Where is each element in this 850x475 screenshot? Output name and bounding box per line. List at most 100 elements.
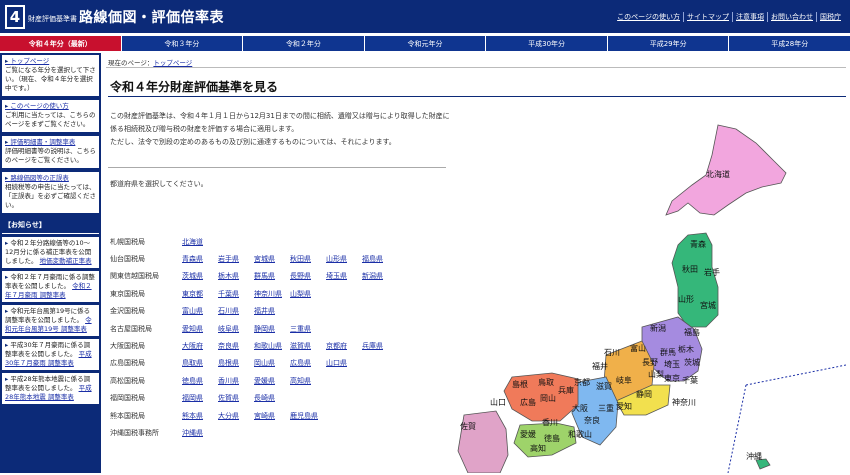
map-label-tottori[interactable]: 鳥取 (538, 377, 554, 387)
map-label-niigata[interactable]: 新潟 (650, 323, 666, 333)
pref-link[interactable]: 香川県 (218, 376, 254, 386)
map-label-tochigi[interactable]: 栃木 (678, 344, 694, 354)
map-label-yamanashi[interactable]: 山梨 (648, 369, 664, 379)
pref-link[interactable]: 山口県 (326, 358, 362, 368)
map-label-wakayama[interactable]: 和歌山 (568, 429, 592, 439)
pref-link[interactable]: 山梨県 (290, 289, 326, 299)
sidebar-link-howto[interactable]: このページの使い方 (5, 102, 96, 111)
map-label-kyoto[interactable]: 京都 (574, 377, 590, 387)
pref-link[interactable]: 千葉県 (218, 289, 254, 299)
map-label-miyagi[interactable]: 宮城 (700, 300, 716, 310)
map-label-fukui[interactable]: 福井 (592, 361, 608, 371)
pref-link[interactable]: 新潟県 (362, 271, 398, 281)
pref-link[interactable]: 福井県 (254, 306, 290, 316)
pref-link[interactable]: 兵庫県 (362, 341, 398, 351)
pref-link[interactable]: 群馬県 (254, 271, 290, 281)
pref-link[interactable]: 三重県 (290, 324, 326, 334)
pref-link[interactable]: 高知県 (290, 376, 326, 386)
pref-link[interactable]: 青森県 (182, 254, 218, 264)
pref-link[interactable]: 福島県 (362, 254, 398, 264)
pref-link[interactable]: 茨城県 (182, 271, 218, 281)
map-label-yamaguchi[interactable]: 山口 (490, 397, 506, 407)
pref-link[interactable]: 和歌山県 (254, 341, 290, 351)
sidebar-link-forms[interactable]: 評価明細書・調整率表 (5, 138, 96, 147)
map-label-chiba[interactable]: 千葉 (682, 375, 698, 385)
map-label-nara[interactable]: 奈良 (584, 415, 600, 425)
map-label-gunma[interactable]: 群馬 (660, 347, 676, 357)
tab-heisei28[interactable]: 平成28年分 (729, 36, 850, 51)
sitemap-link[interactable]: サイトマップ (683, 12, 732, 22)
map-label-fukushima[interactable]: 福島 (684, 327, 700, 337)
pref-link[interactable]: 沖縄県 (182, 428, 218, 438)
map-label-saitama[interactable]: 埼玉 (664, 359, 680, 369)
map-label-kanagawa[interactable]: 神奈川 (672, 397, 696, 407)
pref-link[interactable]: 徳島県 (182, 376, 218, 386)
pref-link[interactable]: 神奈川県 (254, 289, 290, 299)
tab-heisei30[interactable]: 平成30年分 (486, 36, 608, 51)
contact-link[interactable]: お問い合わせ (767, 12, 816, 22)
sidebar-link-top[interactable]: トップページ (5, 57, 96, 66)
pref-link[interactable]: 埼玉県 (326, 271, 362, 281)
map-label-shimane[interactable]: 島根 (512, 379, 528, 389)
map-label-hyogo[interactable]: 兵庫 (558, 385, 574, 395)
map-label-tokushima[interactable]: 徳島 (544, 433, 560, 443)
map-label-okinawa[interactable]: 沖縄 (746, 451, 762, 461)
pref-link[interactable]: 島根県 (218, 358, 254, 368)
pref-link[interactable]: 鳥取県 (182, 358, 218, 368)
map-label-mie[interactable]: 三重 (598, 403, 614, 413)
notes-link[interactable]: 注意事項 (732, 12, 767, 22)
map-label-saga[interactable]: 佐賀 (460, 421, 476, 431)
map-label-okayama[interactable]: 岡山 (540, 393, 556, 403)
tab-reiwa3[interactable]: 令和３年分 (121, 36, 244, 51)
breadcrumb-top-link[interactable]: トップページ (153, 59, 192, 67)
map-label-aomori[interactable]: 青森 (690, 239, 706, 249)
pref-link[interactable]: 秋田県 (290, 254, 326, 264)
tab-heisei29[interactable]: 平成29年分 (607, 36, 730, 51)
pref-link[interactable]: 石川県 (218, 306, 254, 316)
map-label-ibaraki[interactable]: 茨城 (684, 357, 700, 367)
pref-link[interactable]: 大阪府 (182, 341, 218, 351)
tab-reiwa2[interactable]: 令和２年分 (243, 36, 365, 51)
map-label-toyama[interactable]: 富山 (630, 343, 646, 353)
sidebar-link-errata[interactable]: 路線価図等の正誤表 (5, 174, 96, 183)
pref-link[interactable]: 滋賀県 (290, 341, 326, 351)
pref-link[interactable]: 長崎県 (254, 393, 290, 403)
map-label-hokkaido[interactable]: 北海道 (706, 169, 730, 179)
pref-link[interactable]: 宮崎県 (254, 411, 290, 421)
map-label-shiga[interactable]: 滋賀 (596, 381, 612, 391)
pref-link[interactable]: 奈良県 (218, 341, 254, 351)
pref-link[interactable]: 栃木県 (218, 271, 254, 281)
pref-link[interactable]: 東京都 (182, 289, 218, 299)
pref-link[interactable]: 愛知県 (182, 324, 218, 334)
map-label-ishikawa[interactable]: 石川 (604, 348, 620, 357)
pref-link[interactable]: 岩手県 (218, 254, 254, 264)
map-label-aichi[interactable]: 愛知 (616, 401, 632, 411)
pref-link[interactable]: 北海道 (182, 237, 218, 247)
logo-title[interactable]: 路線価図・評価倍率表 (79, 7, 224, 27)
pref-link[interactable]: 大分県 (218, 411, 254, 421)
pref-link[interactable]: 広島県 (290, 358, 326, 368)
pref-link[interactable]: 佐賀県 (218, 393, 254, 403)
tab-reiwa1[interactable]: 令和元年分 (364, 36, 487, 51)
map-label-ehime[interactable]: 愛媛 (520, 429, 536, 439)
nta-link[interactable]: 国税庁 (816, 12, 844, 22)
map-region-kyushu[interactable] (457, 410, 509, 474)
how-to-use-link[interactable]: このページの使い方 (614, 12, 683, 22)
map-label-osaka[interactable]: 大阪 (572, 403, 588, 413)
pref-link[interactable]: 愛媛県 (254, 376, 290, 386)
pref-link[interactable]: 静岡県 (254, 324, 290, 334)
pref-link[interactable]: 岡山県 (254, 358, 290, 368)
map-label-yamagata[interactable]: 山形 (678, 294, 694, 304)
pref-link[interactable]: 鹿児島県 (290, 411, 326, 421)
pref-link[interactable]: 山形県 (326, 254, 362, 264)
pref-link[interactable]: 富山県 (182, 306, 218, 316)
map-label-shizuoka[interactable]: 静岡 (636, 389, 652, 399)
pref-link[interactable]: 京都府 (326, 341, 362, 351)
map-label-gifu[interactable]: 岐阜 (616, 375, 632, 385)
map-label-akita[interactable]: 秋田 (682, 264, 698, 274)
map-label-kagawa[interactable]: 香川 (542, 417, 558, 427)
pref-link[interactable]: 熊本県 (182, 411, 218, 421)
map-label-hiroshima[interactable]: 広島 (520, 397, 536, 407)
pref-link[interactable]: 岐阜県 (218, 324, 254, 334)
map-label-kochi[interactable]: 高知 (530, 443, 546, 453)
